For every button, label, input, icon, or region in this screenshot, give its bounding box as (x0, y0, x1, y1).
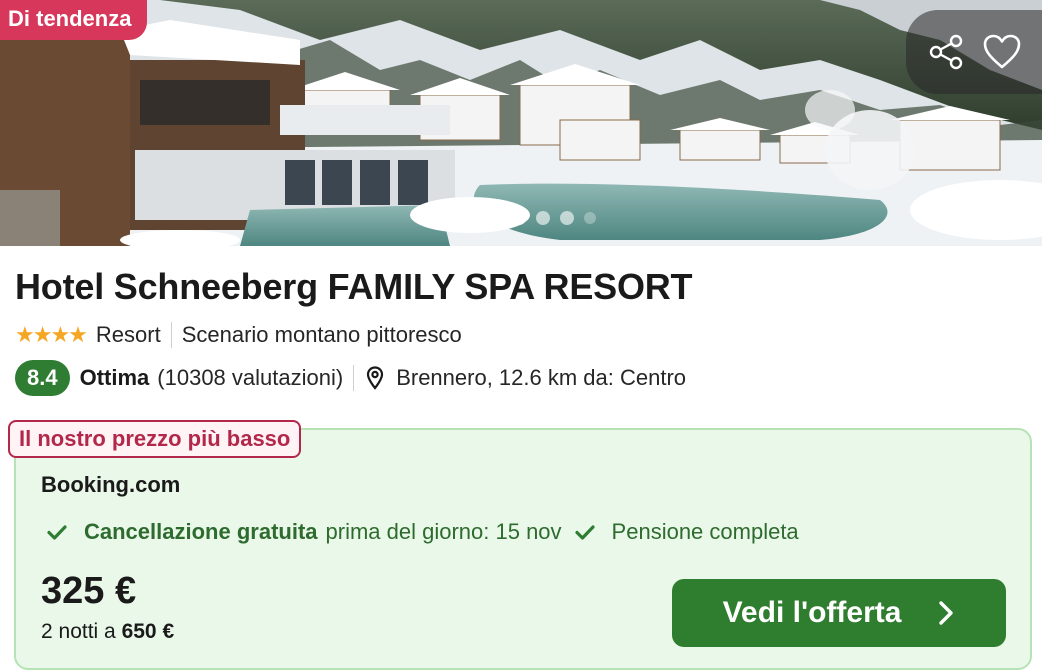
divider (353, 365, 355, 391)
offer-provider: Booking.com (41, 472, 181, 497)
divider (170, 322, 172, 348)
hotel-photo-carousel[interactable]: Di tendenza (0, 0, 1042, 246)
view-offer-button[interactable]: Vedi l'offerta (672, 579, 1006, 647)
total-amount: 650 € (121, 620, 175, 643)
total-price: 2 notti a 650 € (41, 620, 174, 644)
share-button[interactable] (922, 28, 970, 76)
nights-label: 2 notti a (41, 620, 116, 643)
location-pin-icon (366, 366, 384, 390)
hotel-name[interactable]: Hotel Schneeberg FAMILY SPA RESORT (15, 266, 693, 308)
share-icon (929, 34, 963, 70)
board-type: Pensione completa (611, 519, 799, 544)
accommodation-type: Resort (95, 322, 161, 347)
carousel-pagination (512, 211, 596, 225)
favorite-button[interactable] (978, 28, 1026, 76)
carousel-dot[interactable] (536, 211, 550, 225)
free-cancellation-label: Cancellazione gratuita (84, 519, 318, 544)
lowest-price-badge: Il nostro prezzo più basso (8, 420, 302, 458)
trending-badge: Di tendenza (0, 0, 148, 40)
nightly-price: 325 € (41, 570, 137, 612)
star-rating: ★★★★ (15, 322, 88, 347)
check-icon (46, 523, 68, 541)
carousel-dot[interactable] (512, 211, 526, 225)
hotel-location[interactable]: Brennero, 12.6 km da: Centro (396, 365, 686, 391)
carousel-dot[interactable] (584, 212, 596, 224)
rating-label: Ottima (79, 365, 150, 390)
cancellation-deadline: prima del giorno: 15 nov (325, 519, 562, 544)
rating-row: 8.4 Ottima (10308 valutazioni) Brennero,… (15, 360, 686, 396)
review-score-badge[interactable]: 8.4 (15, 360, 70, 396)
review-count[interactable]: (10308 valutazioni) (157, 365, 343, 391)
carousel-dot[interactable] (560, 211, 574, 225)
chevron-right-icon (939, 601, 954, 625)
heart-icon (983, 34, 1021, 69)
check-icon (574, 523, 596, 541)
photo-actions (906, 10, 1042, 94)
hotel-photo (0, 0, 1042, 246)
hotel-meta: ★★★★ Resort Scenario montano pittoresco (15, 322, 462, 348)
offer-features: Cancellazione gratuita prima del giorno:… (46, 519, 799, 545)
view-offer-label: Vedi l'offerta (722, 596, 902, 629)
hotel-highlight: Scenario montano pittoresco (181, 322, 462, 347)
